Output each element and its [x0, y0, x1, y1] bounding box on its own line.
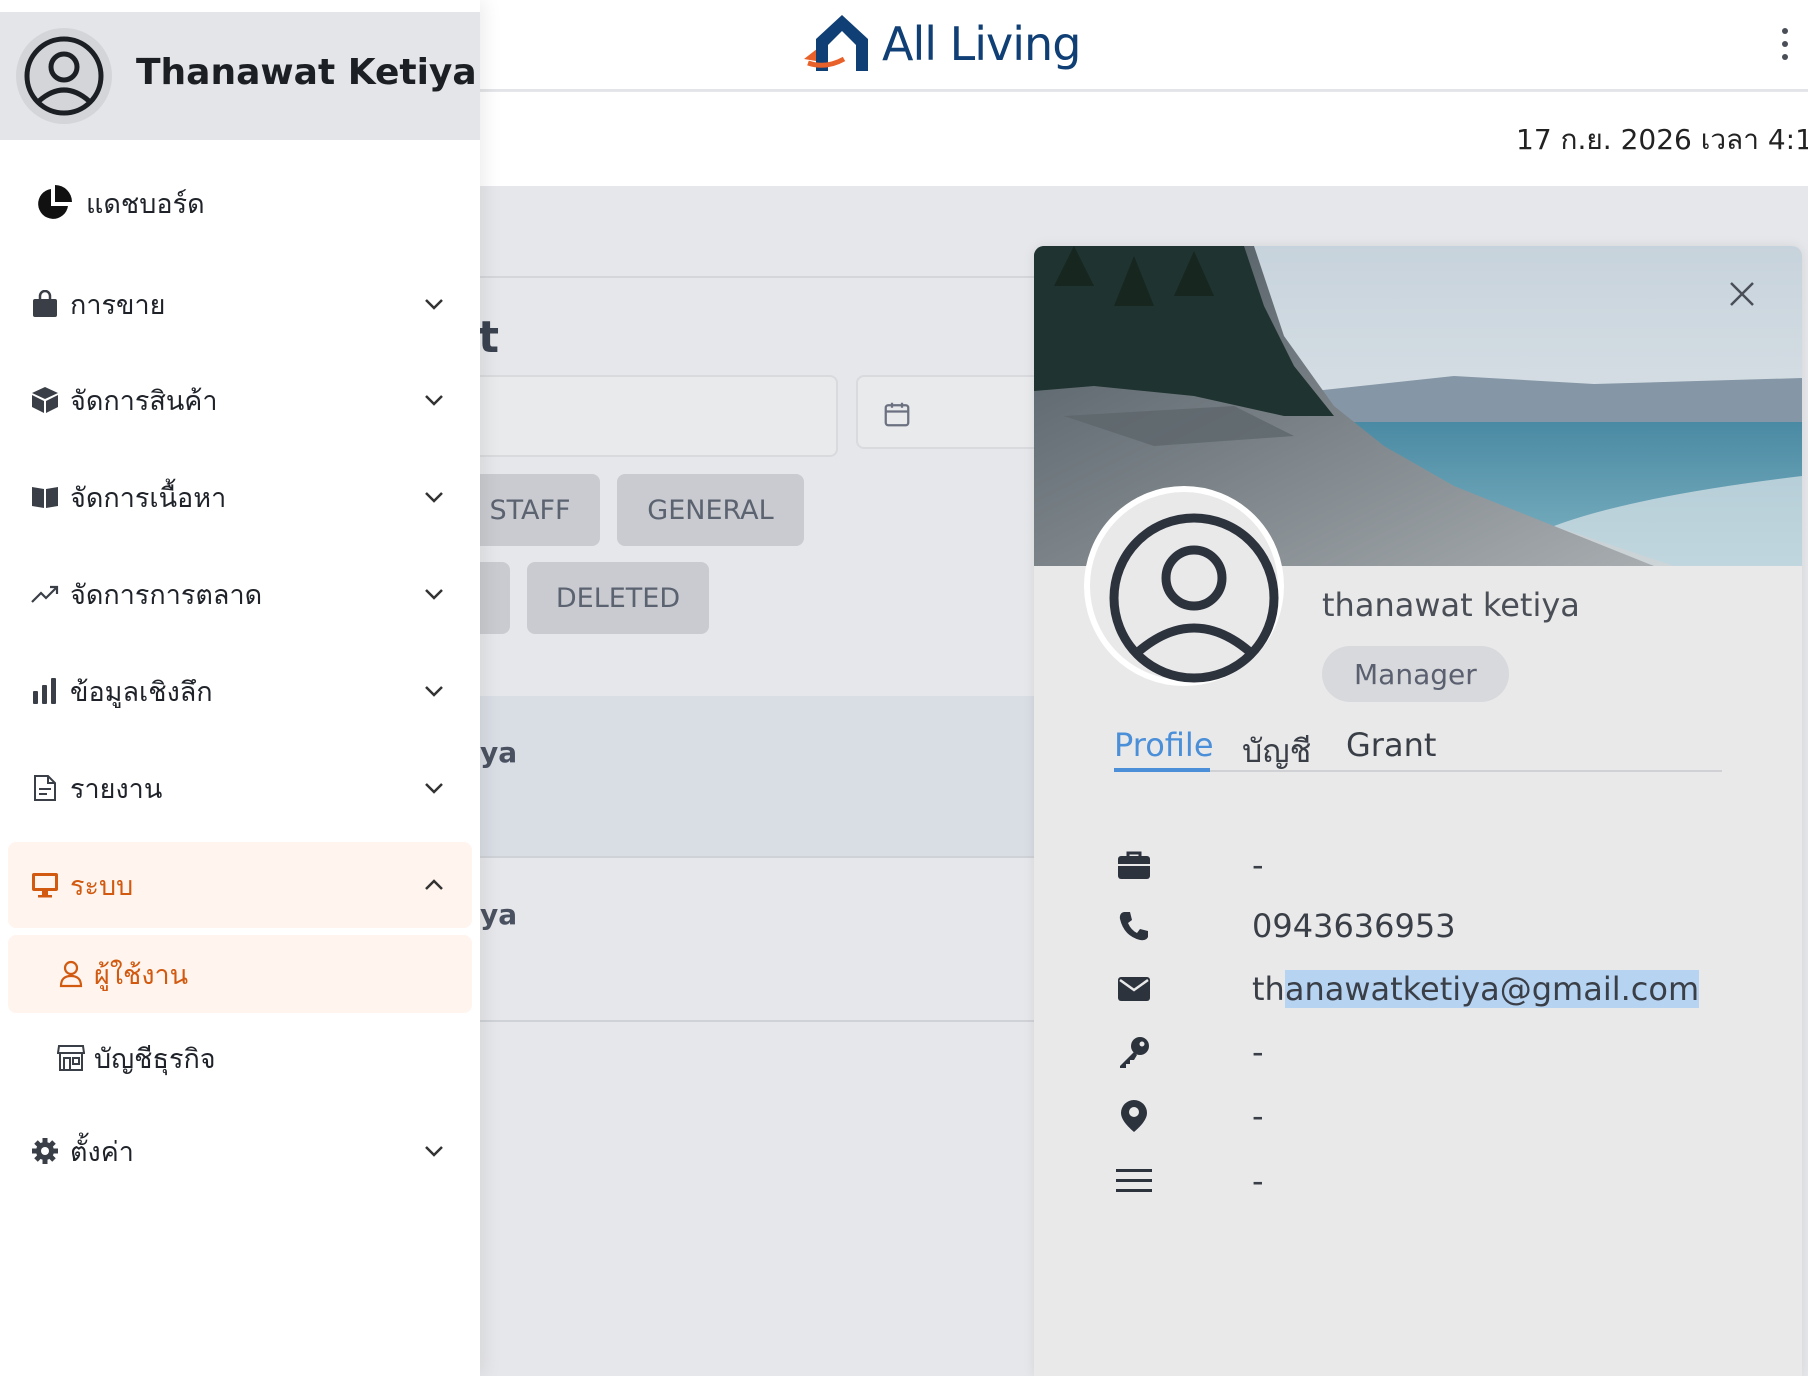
envelope-icon: [1114, 969, 1154, 1009]
house-logo-icon: [804, 15, 868, 71]
email-unselected-part: th: [1252, 970, 1285, 1008]
filter-chip-staff[interactable]: STAFF: [460, 474, 600, 546]
box-icon: [30, 385, 60, 415]
sidebar-item-insights[interactable]: ข้อมูลเชิงลึก: [8, 648, 472, 734]
sidebar: Thanawat Ketiya แดชบอร์ด การขาย จัดการสิ…: [0, 0, 480, 1376]
trend-up-icon: [30, 579, 60, 609]
user-circle-icon: [24, 36, 104, 116]
user-icon: [56, 959, 86, 989]
sidebar-subitem-users[interactable]: ผู้ใช้งาน: [8, 935, 472, 1013]
sidebar-item-marketing[interactable]: จัดการการตลาด: [8, 551, 472, 637]
row-name-fragment: ya: [480, 898, 518, 931]
tab-account[interactable]: บัญชี: [1242, 726, 1311, 777]
sidebar-user-header[interactable]: Thanawat Ketiya: [0, 12, 480, 140]
avatar: [1108, 512, 1280, 688]
sidebar-user-name: Thanawat Ketiya: [136, 52, 477, 93]
shopping-bag-icon: [30, 289, 60, 319]
more-options-icon[interactable]: [1770, 22, 1800, 66]
background-date-input[interactable]: [856, 375, 1056, 449]
sidebar-subitem-label: บัญชีธุรกิจ: [94, 1043, 216, 1075]
sidebar-item-content[interactable]: จัดการเนื้อหา: [8, 454, 472, 540]
sidebar-item-products[interactable]: จัดการสินค้า: [8, 357, 472, 443]
sidebar-subitem-business-accounts[interactable]: บัญชีธุรกิจ: [8, 1019, 472, 1097]
chevron-down-icon: [422, 679, 446, 703]
sidebar-item-settings[interactable]: ตั้งค่า: [8, 1108, 472, 1194]
sidebar-item-label: การขาย: [70, 289, 166, 321]
sidebar-subitem-label: ผู้ใช้งาน: [94, 959, 189, 991]
chevron-down-icon: [422, 582, 446, 606]
document-icon: [30, 773, 60, 803]
location-value: -: [1252, 1097, 1264, 1135]
current-datetime: 17 ก.ย. 2026 เวลา 4:11:3: [1516, 123, 1808, 156]
chevron-down-icon: [422, 485, 446, 509]
email-value: thanawatketiya@gmail.com: [1252, 970, 1700, 1008]
description-value: -: [1252, 1162, 1264, 1200]
sidebar-item-sales[interactable]: การขาย: [8, 261, 472, 347]
sidebar-item-reports[interactable]: รายงาน: [8, 745, 472, 831]
sidebar-item-label: จัดการการตลาด: [70, 579, 263, 611]
book-icon: [30, 482, 60, 512]
menu-lines-icon: [1114, 1161, 1154, 1201]
sidebar-item-label: จัดการสินค้า: [70, 385, 218, 417]
logo-text: All Living: [882, 17, 1081, 71]
role-badge: Manager: [1322, 646, 1509, 702]
key-icon: [1114, 1032, 1154, 1072]
phone-value: 0943636953: [1252, 907, 1456, 945]
active-tab-indicator: [1114, 768, 1210, 772]
profile-tabs: Profile บัญชี Grant: [1114, 726, 1722, 772]
chevron-down-icon: [422, 388, 446, 412]
email-selected-text: anawatketiya@gmail.com: [1284, 970, 1700, 1008]
chevron-down-icon: [422, 1139, 446, 1163]
sidebar-item-label: จัดการเนื้อหา: [70, 482, 227, 514]
sidebar-item-system[interactable]: ระบบ: [8, 842, 472, 928]
chevron-down-icon: [422, 292, 446, 316]
monitor-icon: [30, 870, 60, 900]
bar-chart-icon: [30, 676, 60, 706]
background-divider: [480, 276, 1040, 278]
all-living-logo[interactable]: All Living: [798, 6, 1081, 82]
row-name-fragment: ya: [480, 736, 518, 769]
sidebar-item-label: แดชบอร์ด: [86, 188, 205, 220]
table-row[interactable]: ya: [480, 696, 1040, 858]
store-icon: [56, 1043, 86, 1073]
user-circle-icon: [1109, 513, 1279, 683]
tab-grant[interactable]: Grant: [1346, 726, 1436, 764]
briefcase-icon: [1114, 845, 1154, 885]
chevron-up-icon: [422, 873, 446, 897]
pie-chart-icon: [34, 183, 74, 223]
position-value: -: [1252, 846, 1264, 884]
map-pin-icon: [1114, 1096, 1154, 1136]
sidebar-item-dashboard[interactable]: แดชบอร์ด: [8, 160, 472, 246]
background-search-input[interactable]: [470, 375, 838, 457]
sidebar-item-label: ตั้งค่า: [70, 1136, 134, 1168]
table-row[interactable]: ya: [480, 860, 1040, 1022]
profile-name: thanawat ketiya: [1322, 586, 1580, 624]
avatar: [16, 28, 112, 124]
gear-icon: [30, 1136, 60, 1166]
filter-chip-general[interactable]: GENERAL: [617, 474, 804, 546]
calendar-icon: [884, 402, 910, 427]
user-profile-panel: thanawat ketiya Manager Profile บัญชี Gr…: [1034, 246, 1802, 1376]
close-icon[interactable]: [1724, 276, 1760, 312]
chevron-down-icon: [422, 776, 446, 800]
phone-icon: [1114, 906, 1154, 946]
background-title: t: [478, 312, 500, 363]
sidebar-item-label: ข้อมูลเชิงลึก: [70, 676, 213, 708]
key-value: -: [1252, 1033, 1264, 1071]
tab-profile[interactable]: Profile: [1114, 726, 1214, 764]
sidebar-item-label: ระบบ: [70, 870, 134, 902]
sidebar-item-label: รายงาน: [70, 773, 163, 805]
filter-chip-deleted[interactable]: DELETED: [527, 562, 709, 634]
